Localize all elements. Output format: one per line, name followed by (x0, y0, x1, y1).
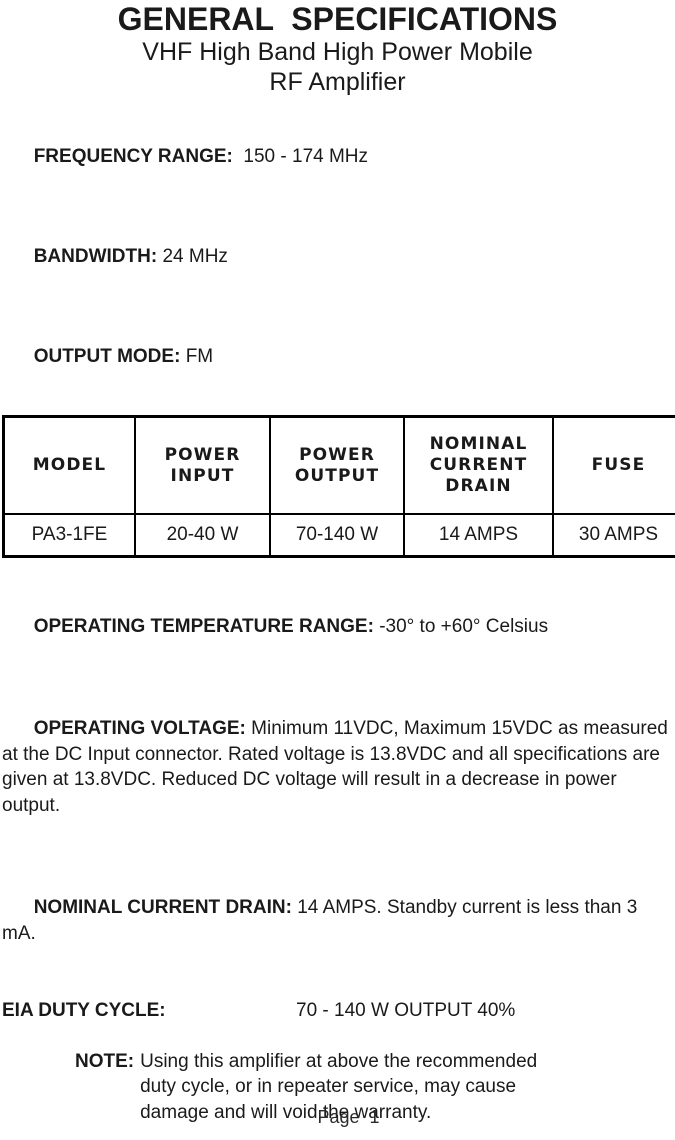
table-header-power-output: POWER OUTPUT (269, 415, 405, 515)
specification-table: MODEL POWER INPUT POWER OUTPUT NOMINAL C… (2, 415, 675, 558)
spec-output-mode-label: OUTPUT MODE: (33, 346, 186, 367)
spec-frequency-range-label: FREQUENCY RANGE: (33, 146, 239, 167)
table-cell-fuse: 30 AMPS (552, 513, 675, 558)
detail-nominal-current-drain: NOMINAL CURRENT DRAIN: 14 AMPS. Standby … (2, 870, 669, 972)
summary-spec-list: FREQUENCY RANGE: 150 - 174 MHz BANDWIDTH… (0, 121, 675, 393)
spec-bandwidth-label: BANDWIDTH: (33, 246, 163, 267)
detail-nominal-current-drain-label: NOMINAL CURRENT DRAIN: (33, 897, 298, 918)
detail-paragraphs: OPERATING TEMPERATURE RANGE: -30° to +60… (0, 588, 675, 1125)
detail-operating-voltage-label: OPERATING VOLTAGE: (33, 718, 252, 739)
specification-page: GENERAL SPECIFICATIONS VHF High Band Hig… (0, 0, 675, 1140)
specification-table-container: MODEL POWER INPUT POWER OUTPUT NOMINAL C… (0, 415, 675, 558)
note-label: NOTE: (75, 1050, 135, 1072)
spec-output-mode-value: FM (185, 346, 214, 367)
table-header-power-input: POWER INPUT (134, 415, 271, 515)
spec-bandwidth: BANDWIDTH: 24 MHz (2, 221, 675, 293)
detail-eia-duty-cycle-value: 70 - 140 W OUTPUT 40% (296, 999, 516, 1021)
title-block: GENERAL SPECIFICATIONS VHF High Band Hig… (0, 0, 675, 97)
page-title: GENERAL SPECIFICATIONS (117, 1, 558, 37)
detail-operating-voltage: OPERATING VOLTAGE: Minimum 11VDC, Maximu… (2, 691, 669, 844)
spec-bandwidth-value: 24 MHz (162, 246, 228, 267)
detail-eia-duty-cycle-label: EIA DUTY CYCLE: (2, 999, 166, 1021)
page-footer: Page 1 (317, 1107, 380, 1127)
page-subtitle-line-2: RF Amplifier (269, 68, 406, 96)
table-cell-power-input: 20-40 W (134, 513, 271, 558)
detail-operating-temperature-range-label: OPERATING TEMPERATURE RANGE: (33, 615, 380, 637)
table-cell-power-output: 70-140 W (269, 513, 405, 558)
table-cell-nominal-current-drain: 14 AMPS (403, 513, 554, 558)
page-subtitle-line-1: VHF High Band High Power Mobile (142, 38, 533, 66)
table-header-model: MODEL (2, 415, 136, 515)
spec-frequency-range: FREQUENCY RANGE: 150 - 174 MHz (2, 121, 675, 193)
spec-output-mode: OUTPUT MODE: FM (2, 321, 675, 393)
table-body: PA3-1FE 20-40 W 70-140 W 14 AMPS 30 AMPS (2, 513, 675, 558)
table-header: MODEL POWER INPUT POWER OUTPUT NOMINAL C… (2, 415, 675, 515)
table-header-fuse: FUSE (552, 415, 675, 515)
detail-operating-temperature-range: OPERATING TEMPERATURE RANGE: -30° to +60… (2, 588, 669, 665)
detail-eia-duty-cycle: EIA DUTY CYCLE: 70 - 140 W OUTPUT 40% (2, 998, 669, 1023)
detail-operating-temperature-range-value: -30° to +60° Celsius (379, 615, 549, 637)
table-row: PA3-1FE 20-40 W 70-140 W 14 AMPS 30 AMPS (2, 513, 675, 558)
table-header-row: MODEL POWER INPUT POWER OUTPUT NOMINAL C… (2, 415, 675, 515)
table-header-nominal-current-drain: NOMINAL CURRENT DRAIN (403, 415, 554, 515)
table-cell-model: PA3-1FE (2, 513, 136, 558)
spec-frequency-range-value: 150 - 174 MHz (238, 146, 369, 167)
